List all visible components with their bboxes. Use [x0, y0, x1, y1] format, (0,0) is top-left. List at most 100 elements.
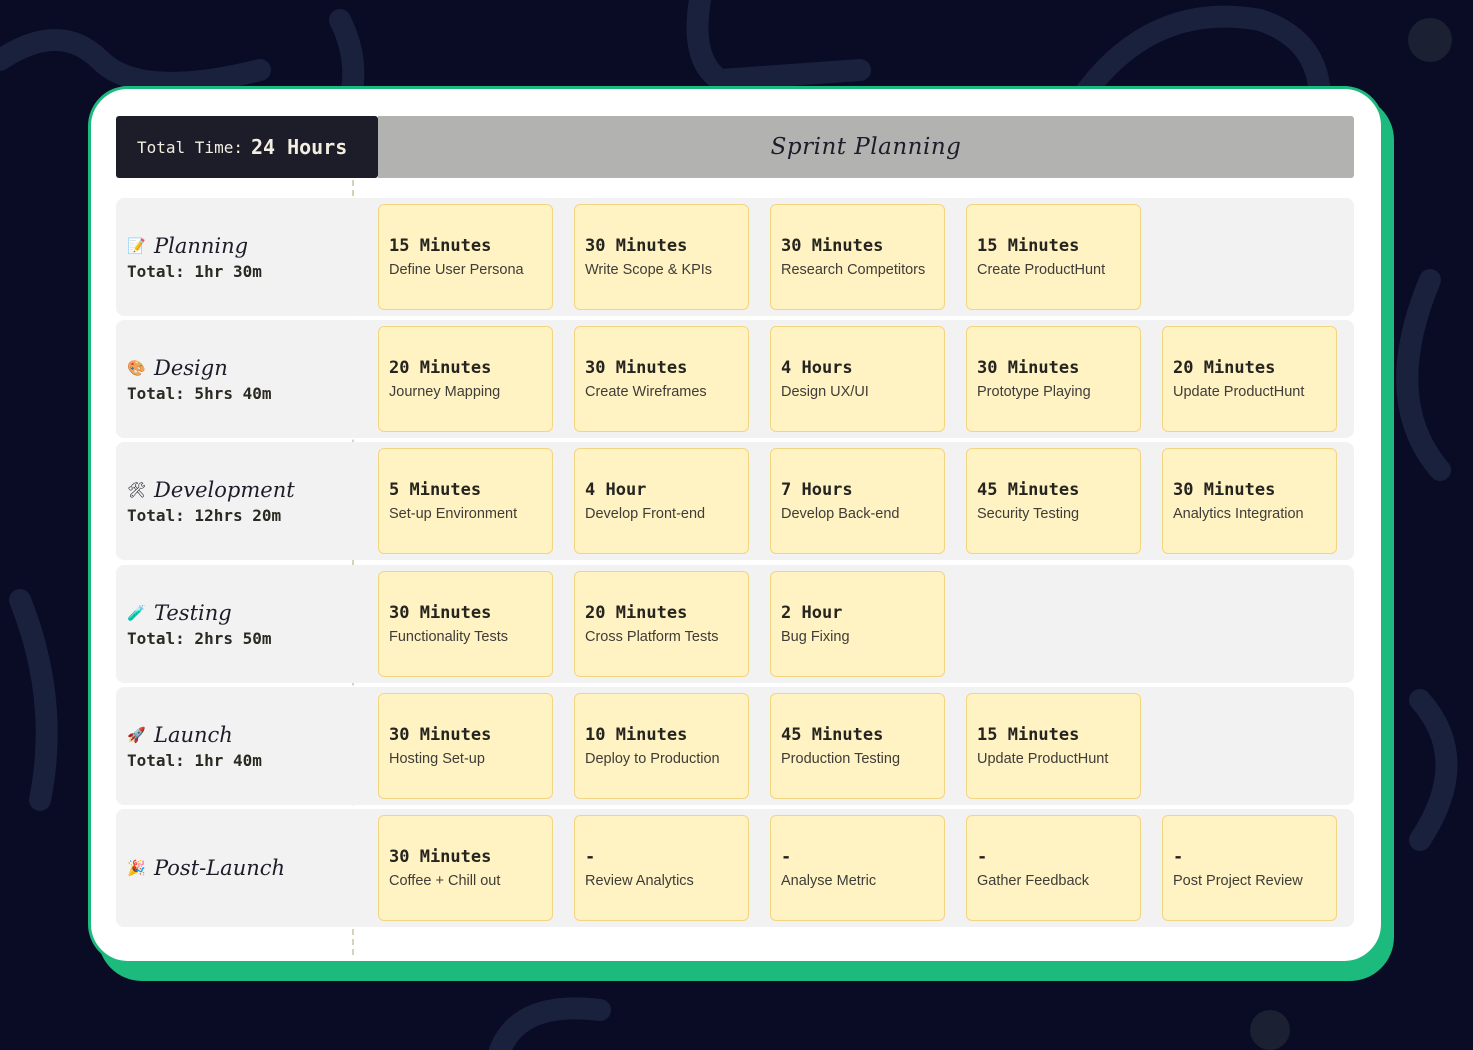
phase-row-testing: 🧪 Testing Total: 2hrs 50m 30 Minutes Functio…: [116, 565, 1354, 683]
task-card[interactable]: - Review Analytics: [574, 815, 749, 921]
task-card[interactable]: - Gather Feedback: [966, 815, 1141, 921]
palette-icon: 🎨: [127, 358, 146, 377]
task-card[interactable]: 4 Hour Develop Front-end: [574, 448, 749, 554]
task-card[interactable]: 30 Minutes Functionality Tests: [378, 571, 553, 677]
task-duration: 15 Minutes: [389, 236, 492, 256]
phase-total: Total: 12hrs 20m: [127, 505, 282, 525]
task-name: Journey Mapping: [389, 384, 501, 400]
task-name: Update ProductHunt: [1173, 384, 1305, 400]
task-card[interactable]: 30 Minutes Research Competitors: [770, 204, 945, 310]
task-duration: 30 Minutes: [977, 358, 1080, 378]
total-time-label: Total Time:: [137, 137, 243, 157]
phase-label: 📝 Planning Total: 1hr 30m: [127, 198, 352, 316]
rocket-icon: 🚀: [127, 725, 146, 744]
task-card[interactable]: - Analyse Metric: [770, 815, 945, 921]
phase-row-design: 🎨 Design Total: 5hrs 40m 20 Minutes Journey …: [116, 320, 1354, 438]
phase-name: Testing: [154, 600, 232, 625]
phase-label: 🛠 Development Total: 12hrs 20m: [127, 442, 352, 560]
task-duration: 15 Minutes: [977, 236, 1080, 256]
task-name: Update ProductHunt: [977, 751, 1109, 767]
task-card[interactable]: 7 Hours Develop Back-end: [770, 448, 945, 554]
task-card[interactable]: 30 Minutes Create Wireframes: [574, 326, 749, 432]
task-name: Design UX/UI: [781, 384, 869, 400]
task-name: Analytics Integration: [1173, 506, 1304, 522]
task-duration: 20 Minutes: [1173, 358, 1276, 378]
task-duration: 45 Minutes: [977, 480, 1080, 500]
task-card[interactable]: 30 Minutes Write Scope & KPIs: [574, 204, 749, 310]
task-name: Prototype Playing: [977, 384, 1091, 400]
bg-squiggle: [686, 0, 871, 92]
phase-total: Total: 1hr 30m: [127, 261, 262, 281]
phase-title: 🧪 Testing: [127, 601, 352, 625]
bg-squiggle: [489, 997, 611, 1050]
task-name: Create ProductHunt: [977, 262, 1106, 278]
task-card[interactable]: 15 Minutes Define User Persona: [378, 204, 553, 310]
bg-squiggle: [9, 589, 58, 811]
phase-label: 🎨 Design Total: 5hrs 40m: [127, 320, 352, 438]
phase-title: 🎉 Post-Launch: [127, 856, 352, 880]
task-card[interactable]: 30 Minutes Hosting Set-up: [378, 693, 553, 799]
task-name: Review Analytics: [585, 873, 694, 889]
task-duration: 30 Minutes: [389, 847, 492, 867]
task-name: Bug Fixing: [781, 629, 850, 645]
task-card[interactable]: 20 Minutes Update ProductHunt: [1162, 326, 1337, 432]
task-card[interactable]: 30 Minutes Coffee + Chill out: [378, 815, 553, 921]
task-card[interactable]: 30 Minutes Prototype Playing: [966, 326, 1141, 432]
task-name: Gather Feedback: [977, 873, 1090, 889]
task-card[interactable]: 15 Minutes Create ProductHunt: [966, 204, 1141, 310]
task-name: Cross Platform Tests: [585, 629, 719, 645]
task-duration: -: [781, 847, 792, 867]
task-name: Develop Back-end: [781, 506, 900, 522]
task-duration: -: [1173, 847, 1184, 867]
phase-label: 🎉 Post-Launch: [127, 809, 352, 927]
task-card[interactable]: 4 Hours Design UX/UI: [770, 326, 945, 432]
bg-dot: [1408, 18, 1452, 62]
phase-row-development: 🛠 Development Total: 12hrs 20m 5 Minutes Set…: [116, 442, 1354, 560]
task-card[interactable]: 20 Minutes Cross Platform Tests: [574, 571, 749, 677]
task-name: Define User Persona: [389, 262, 524, 278]
task-name: Develop Front-end: [585, 506, 706, 522]
task-duration: 30 Minutes: [389, 725, 492, 745]
task-card[interactable]: 45 Minutes Security Testing: [966, 448, 1141, 554]
task-name: Research Competitors: [781, 262, 926, 278]
task-duration: 7 Hours: [781, 480, 853, 500]
task-card[interactable]: 2 Hour Bug Fixing: [770, 571, 945, 677]
task-name: Hosting Set-up: [389, 751, 485, 767]
phase-title: 🎨 Design: [127, 356, 352, 380]
phase-title: 🛠 Development: [127, 478, 352, 502]
phase-name: Design: [154, 355, 228, 380]
task-card[interactable]: 10 Minutes Deploy to Production: [574, 693, 749, 799]
bg-squiggle: [1396, 269, 1451, 481]
task-card[interactable]: 30 Minutes Analytics Integration: [1162, 448, 1337, 554]
task-card[interactable]: - Post Project Review: [1162, 815, 1337, 921]
task-duration: 5 Minutes: [389, 480, 482, 500]
task-duration: 20 Minutes: [585, 603, 688, 623]
task-duration: -: [585, 847, 596, 867]
task-name: Analyse Metric: [781, 873, 877, 889]
task-name: Functionality Tests: [389, 629, 509, 645]
task-card[interactable]: 20 Minutes Journey Mapping: [378, 326, 553, 432]
party-popper-icon: 🎉: [127, 859, 146, 877]
total-time-value: 24 Hours: [250, 135, 348, 159]
memo-icon: 📝: [127, 236, 146, 255]
task-duration: 10 Minutes: [585, 725, 688, 745]
task-duration: 20 Minutes: [389, 358, 492, 378]
task-card[interactable]: 45 Minutes Production Testing: [770, 693, 945, 799]
task-duration: -: [977, 847, 988, 867]
phase-row-post-launch: 🎉 Post-Launch 30 Minutes Coffee + Chill out…: [116, 809, 1354, 927]
phase-row-launch: 🚀 Launch Total: 1hr 40m 30 Minutes Hosting S…: [116, 687, 1354, 805]
phase-title: 📝 Planning: [127, 234, 352, 258]
task-name: Create Wireframes: [585, 384, 707, 400]
board-title: Sprint Planning: [378, 116, 1354, 178]
phase-name: Planning: [154, 233, 249, 258]
phase-total: Total: 2hrs 50m: [127, 628, 272, 648]
bg-squiggle: [0, 29, 271, 94]
task-duration: 15 Minutes: [977, 725, 1080, 745]
task-card[interactable]: 5 Minutes Set-up Environment: [378, 448, 553, 554]
tools-icon: 🛠: [127, 480, 147, 499]
phase-total: Total: 5hrs 40m: [127, 383, 272, 403]
phase-title: 🚀 Launch: [127, 723, 352, 747]
phase-name: Development: [154, 477, 295, 502]
bg-squiggle: [1409, 689, 1458, 851]
task-card[interactable]: 15 Minutes Update ProductHunt: [966, 693, 1141, 799]
